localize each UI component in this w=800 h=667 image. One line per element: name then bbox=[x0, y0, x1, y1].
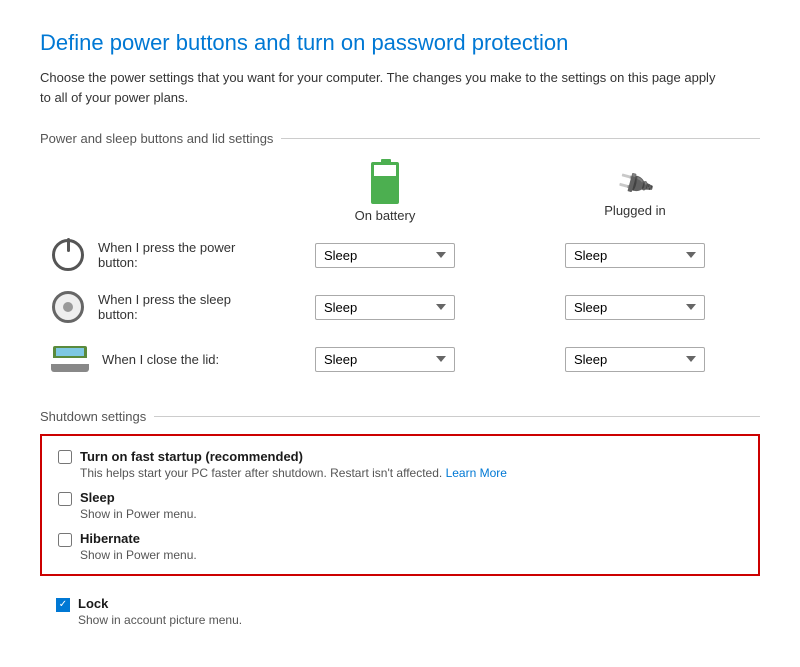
lid-icon-shape bbox=[53, 346, 87, 372]
fast-startup-title: Turn on fast startup (recommended) bbox=[80, 449, 303, 464]
power-button-plugged-in-select[interactable]: Sleep bbox=[565, 243, 705, 268]
fast-startup-desc: This helps start your PC faster after sh… bbox=[80, 466, 507, 480]
plug-icon: 🔌 bbox=[613, 161, 657, 204]
lid-icon bbox=[52, 341, 88, 377]
lock-title: Lock bbox=[78, 596, 242, 611]
sleep-button-plugged-in-select[interactable]: Sleep bbox=[565, 295, 705, 320]
sleep-row: Sleep Show in Power menu. bbox=[58, 490, 742, 521]
section2-label: Shutdown settings bbox=[40, 409, 760, 424]
sleep-icon-shape bbox=[52, 291, 84, 323]
power-button-on-battery-select[interactable]: Sleep bbox=[315, 243, 455, 268]
sleep-title: Sleep bbox=[80, 490, 197, 505]
sleep-button-on-battery-select[interactable]: Sleep bbox=[315, 295, 455, 320]
sleep-desc: Show in Power menu. bbox=[80, 507, 197, 521]
col-header-label bbox=[40, 156, 260, 229]
sleep-content: Sleep Show in Power menu. bbox=[80, 490, 197, 521]
lid-plugged-in-select[interactable]: Sleep bbox=[565, 347, 705, 372]
lid-bottom bbox=[51, 364, 89, 372]
learn-more-link[interactable]: Learn More bbox=[446, 466, 507, 480]
fast-startup-content: Turn on fast startup (recommended) This … bbox=[80, 448, 507, 480]
page-description: Choose the power settings that you want … bbox=[40, 68, 720, 107]
table-row: When I press the sleep button: Sleep Sle… bbox=[40, 281, 760, 333]
lock-row: Lock Show in account picture menu. bbox=[40, 586, 760, 637]
hibernate-title: Hibernate bbox=[80, 531, 197, 546]
battery-fill bbox=[374, 176, 396, 201]
fast-startup-checkbox[interactable] bbox=[58, 450, 72, 464]
lid-on-battery-select[interactable]: Sleep bbox=[315, 347, 455, 372]
section1-label: Power and sleep buttons and lid settings bbox=[40, 131, 760, 146]
shutdown-settings-box: Turn on fast startup (recommended) This … bbox=[40, 434, 760, 576]
hibernate-desc: Show in Power menu. bbox=[80, 548, 197, 562]
fast-startup-row: Turn on fast startup (recommended) This … bbox=[58, 448, 742, 480]
lid-label: When I close the lid: bbox=[102, 352, 219, 367]
col-header-plugged-in: 🔌 Plugged in bbox=[510, 156, 760, 229]
hibernate-row: Hibernate Show in Power menu. bbox=[58, 531, 742, 562]
table-row: When I press the power button: Sleep Sle… bbox=[40, 229, 760, 281]
page-title: Define power buttons and turn on passwor… bbox=[40, 30, 760, 56]
lid-screen bbox=[56, 348, 84, 356]
col-header-on-battery: On battery bbox=[260, 156, 510, 229]
lock-checkbox[interactable] bbox=[56, 598, 70, 612]
sleep-button-icon bbox=[52, 289, 84, 325]
power-settings-table: On battery 🔌 Plugged in When I press the… bbox=[40, 156, 760, 385]
hibernate-checkbox[interactable] bbox=[58, 533, 72, 547]
power-icon-shape bbox=[52, 239, 84, 271]
plugged-in-label: Plugged in bbox=[604, 203, 665, 218]
power-button-label: When I press the power button: bbox=[98, 240, 248, 270]
on-battery-label: On battery bbox=[355, 208, 416, 223]
hibernate-content: Hibernate Show in Power menu. bbox=[80, 531, 197, 562]
lock-content: Lock Show in account picture menu. bbox=[78, 596, 242, 627]
lock-desc: Show in account picture menu. bbox=[78, 613, 242, 627]
power-button-icon bbox=[52, 237, 84, 273]
sleep-button-label: When I press the sleep button: bbox=[98, 292, 248, 322]
table-row: When I close the lid: Sleep Sleep bbox=[40, 333, 760, 385]
battery-icon bbox=[371, 162, 399, 204]
sleep-checkbox[interactable] bbox=[58, 492, 72, 506]
